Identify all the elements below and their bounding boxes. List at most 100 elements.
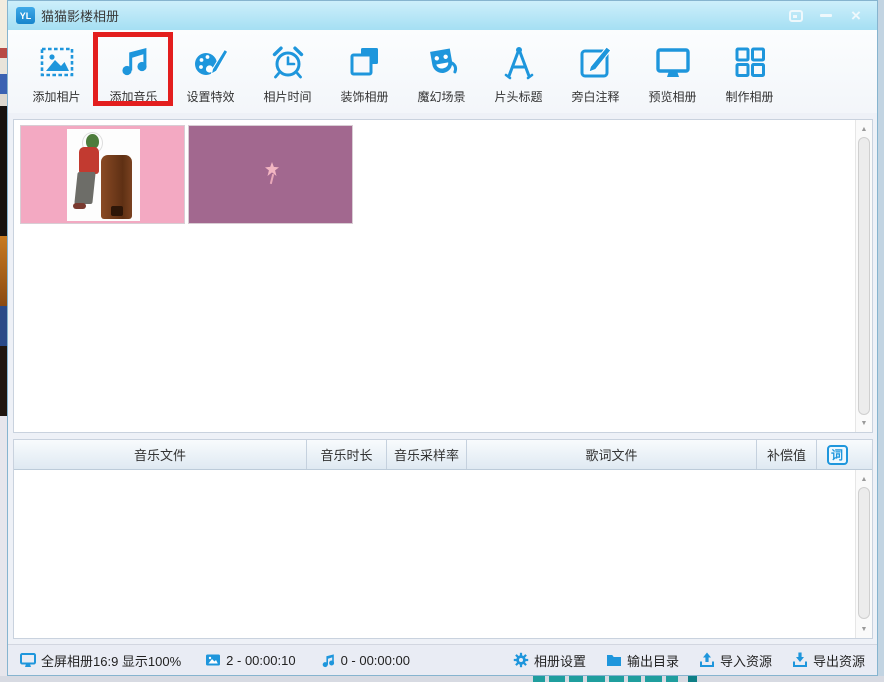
toolbar-make-album[interactable]: 制作相册 [711, 34, 788, 113]
import-resources-button[interactable]: 导入资源 [699, 651, 772, 670]
scroll-up-icon[interactable]: ▲ [856, 471, 872, 487]
toolbar-add-music[interactable]: 添加音乐 [95, 34, 172, 113]
photo-scrollbar[interactable]: ▲ ▼ [855, 120, 872, 432]
status-actions: 相册设置 输出目录 导入资源 导出资源 [493, 651, 865, 670]
illustration-part [111, 206, 123, 216]
photo-thumbnail-2[interactable] [188, 125, 353, 224]
scrollbar-thumb[interactable] [858, 487, 870, 619]
music-table-panel: 音乐文件 音乐时长 音乐采样率 歌词文件 补偿值 词 ▲ ▼ [13, 439, 873, 639]
toolbar-label: 装饰相册 [340, 88, 388, 105]
illustration-part [79, 147, 99, 174]
toolbar-magic-scene[interactable]: 魔幻场景 [403, 34, 480, 113]
toolbar-label: 设置特效 [186, 88, 234, 105]
add-music-icon [114, 42, 154, 82]
output-directory-label: 输出目录 [627, 651, 679, 670]
title-compass-icon [499, 42, 539, 82]
status-bar: 全屏相册16:9 显示100% 2 - 00:00:10 0 - 00:00:0… [8, 644, 877, 675]
desktop-edge-left [0, 0, 7, 682]
music-scrollbar[interactable]: ▲ ▼ [855, 470, 872, 638]
photo-count: 2 - 00:00:10 [205, 652, 295, 668]
toolbar-label: 预览相册 [648, 88, 696, 105]
toolbar-preview-album[interactable]: 预览相册 [634, 34, 711, 113]
close-button[interactable]: × [841, 6, 871, 26]
music-table-header: 音乐文件 音乐时长 音乐采样率 歌词文件 补偿值 词 [14, 440, 872, 470]
desktop-fragment [0, 346, 7, 416]
thumbnail-illustration [67, 129, 140, 221]
photo-list-panel[interactable]: ▲ ▼ [13, 119, 873, 433]
export-resources-label: 导出资源 [813, 651, 865, 670]
image-icon [205, 652, 221, 668]
desktop-fragment [0, 236, 7, 306]
monitor-icon [20, 652, 36, 668]
toolbar-label: 旁白注释 [571, 88, 619, 105]
minimize-button[interactable] [811, 6, 841, 26]
column-music-duration[interactable]: 音乐时长 [307, 440, 387, 469]
album-settings-label: 相册设置 [534, 651, 586, 670]
display-info: 全屏相册16:9 显示100% [20, 651, 181, 670]
title-bar[interactable]: YL 猫猫影楼相册 × [8, 1, 877, 30]
theater-mask-icon [422, 42, 462, 82]
illustration-part [101, 155, 132, 219]
toolbar-label: 添加音乐 [109, 88, 157, 105]
music-table-body[interactable] [14, 470, 872, 638]
desktop-fragment [0, 74, 7, 94]
background-text-fragment [533, 676, 678, 682]
desktop-edge-bottom [0, 676, 884, 682]
effects-palette-icon [191, 42, 231, 82]
illustration-part [73, 203, 86, 209]
gear-icon [513, 652, 529, 668]
annotate-pencil-icon [576, 42, 616, 82]
toolbar-label: 魔幻场景 [417, 88, 465, 105]
column-lyrics-badge[interactable]: 词 [817, 440, 857, 469]
toolbar-opening-title[interactable]: 片头标题 [480, 34, 557, 113]
column-music-file[interactable]: 音乐文件 [14, 440, 307, 469]
scroll-down-icon[interactable]: ▼ [856, 415, 872, 431]
import-resources-label: 导入资源 [720, 651, 772, 670]
desktop-fragment [0, 416, 7, 682]
scroll-up-icon[interactable]: ▲ [856, 121, 872, 137]
download-icon [792, 652, 808, 668]
desktop-fragment [0, 58, 7, 74]
column-sample-rate[interactable]: 音乐采样率 [387, 440, 467, 469]
desktop-edge-right [878, 0, 884, 682]
toolbar-label: 片头标题 [494, 88, 542, 105]
upload-icon [699, 652, 715, 668]
window-title: 猫猫影楼相册 [41, 6, 119, 25]
toolbar-decorate-album[interactable]: 装饰相册 [326, 34, 403, 113]
toolbar-photo-time[interactable]: 相片时间 [249, 34, 326, 113]
display-info-text: 全屏相册16:9 显示100% [41, 651, 181, 670]
background-text-fragment [688, 676, 697, 682]
app-window: YL 猫猫影楼相册 × 添加相片 添加音乐 [7, 0, 878, 676]
music-count-text: 0 - 00:00:00 [341, 653, 410, 668]
illustration-part [270, 174, 274, 184]
close-icon: × [851, 7, 861, 24]
export-resources-button[interactable]: 导出资源 [792, 651, 865, 670]
monitor-icon [653, 42, 693, 82]
desktop-fragment [0, 106, 7, 236]
main-toolbar: 添加相片 添加音乐 设置特效 [8, 30, 877, 113]
lyrics-badge-icon: 词 [827, 445, 848, 465]
toolbar-set-effects[interactable]: 设置特效 [172, 34, 249, 113]
desktop-fragment [0, 94, 7, 106]
desktop-fragment [0, 306, 7, 346]
add-photo-icon [37, 42, 77, 82]
app-logo: YL [16, 7, 35, 24]
music-note-icon [320, 652, 336, 668]
scrollbar-thumb[interactable] [858, 137, 870, 415]
grid-squares-icon [730, 42, 770, 82]
desktop-fragment [0, 0, 7, 48]
frames-icon [345, 42, 385, 82]
desktop-fragment [0, 48, 7, 58]
column-lyrics-file[interactable]: 歌词文件 [467, 440, 757, 469]
toolbar-add-photo[interactable]: 添加相片 [18, 34, 95, 113]
album-settings-button[interactable]: 相册设置 [513, 651, 586, 670]
output-directory-button[interactable]: 输出目录 [606, 651, 679, 670]
column-compensation[interactable]: 补偿值 [757, 440, 817, 469]
photo-thumbnail-1[interactable] [20, 125, 185, 224]
music-count: 0 - 00:00:00 [320, 652, 410, 668]
restore-button[interactable] [781, 6, 811, 26]
toolbar-label: 制作相册 [725, 88, 773, 105]
scroll-down-icon[interactable]: ▼ [856, 621, 872, 637]
toolbar-narration[interactable]: 旁白注释 [557, 34, 634, 113]
alarm-clock-icon [268, 42, 308, 82]
